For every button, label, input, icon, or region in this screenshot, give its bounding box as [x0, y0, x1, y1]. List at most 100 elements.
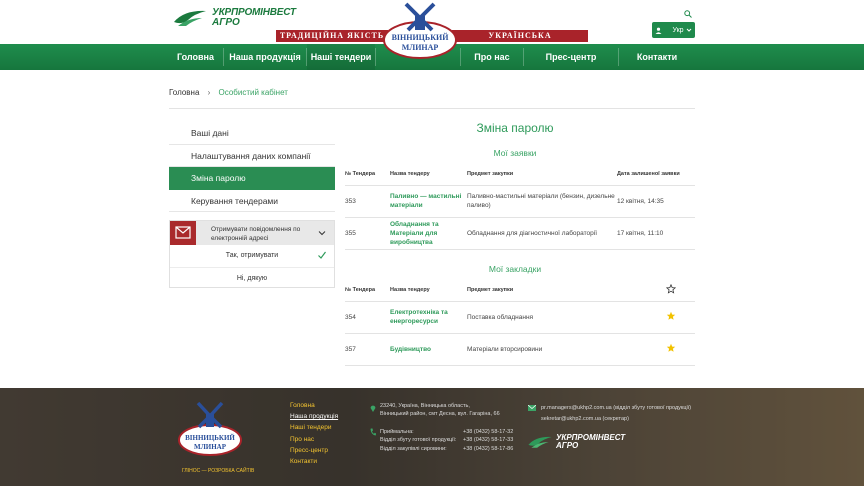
ribbon-right: УКРАЇНСЬКА ГОСТИННІСТЬ: [452, 30, 588, 52]
tender-name-link[interactable]: Паливно — мастильні матеріали: [390, 185, 467, 218]
footer-link-press[interactable]: Пресс-центр: [290, 445, 338, 456]
address-line1: 23240, Україна, Вінницька область,: [380, 403, 470, 409]
mail-icon: [528, 405, 536, 411]
sidebar-item-change-password[interactable]: Зміна паролю: [169, 167, 335, 190]
footer-company-logo[interactable]: УКРПРОМІНВЕСТ АГРО: [527, 434, 625, 450]
applications-table: № Тендера Назва тендеру Предмет закупки …: [345, 163, 695, 250]
footer-link-contacts[interactable]: Контакти: [290, 456, 338, 467]
user-icon[interactable]: [655, 27, 662, 34]
tender-subject: Матеріали вторсировини: [467, 333, 655, 366]
footer-link-products[interactable]: Наша продукція: [290, 411, 338, 422]
chevron-down-icon: [318, 231, 326, 236]
bookmark-cell: [655, 301, 695, 334]
tender-number: 355: [345, 217, 390, 250]
tender-name-link[interactable]: Обладнання та Матеріали для виробництва: [390, 217, 467, 250]
nav-press[interactable]: Прес-центр: [524, 44, 618, 70]
star-filled-icon[interactable]: [666, 311, 676, 321]
nav-products[interactable]: Наша продукція: [224, 44, 306, 70]
site-header: УКРПРОМІНВЕСТ АГРО ТРАДИЦІЙНА ЯКІСТЬ УКР…: [0, 0, 864, 59]
leaf-logo-icon: [174, 10, 206, 26]
phone-label: Відділ збуту готової продукції:: [380, 437, 457, 444]
col-header: Назва тендеру: [390, 279, 467, 302]
applications-title: Мої заявки: [493, 148, 537, 158]
notif-option-yes[interactable]: Так, отримувати: [170, 245, 334, 267]
tender-number: 357: [345, 333, 390, 366]
footer-link-tenders[interactable]: Наші тендери: [290, 422, 338, 433]
brand-line2: МЛИНАР: [402, 43, 439, 52]
logo-line2: АГРО: [212, 17, 240, 28]
table-header-row: № Тендера Назва тендеру Предмет закупки …: [345, 163, 695, 186]
search-icon[interactable]: [684, 10, 692, 18]
developer-credit[interactable]: ГЛІНОС — РОЗРОБКА САЙТІВ: [182, 468, 254, 474]
leaf-logo-icon: [528, 436, 552, 448]
tender-name-link[interactable]: Будівництво: [390, 333, 467, 366]
sidebar-item-your-data[interactable]: Ваші дані: [169, 122, 335, 145]
breadcrumb-separator: ›: [207, 88, 211, 97]
notif-icon-box: [170, 221, 196, 245]
col-header: № Тендера: [345, 279, 390, 302]
footer-logo-line2: АГРО: [556, 441, 579, 450]
table-header-row: № Тендера Назва тендеру Предмет закупки: [345, 279, 695, 302]
page-title: Зміна паролю: [476, 121, 554, 135]
notifications-label: Отримувати повідомлення по електронній а…: [211, 226, 301, 242]
nav-about[interactable]: Про нас: [461, 44, 523, 70]
language-label: Укр: [672, 26, 684, 34]
divider: [169, 108, 695, 109]
phone-number[interactable]: +38 (0432) 58-17-86: [463, 445, 513, 453]
application-date: 12 квітня, 14:35: [617, 185, 695, 218]
col-header: Дата залишеної заявки: [617, 163, 695, 186]
tender-subject: Паливно-мастильні матеріали (бензин, диз…: [467, 185, 617, 218]
bookmark-cell: [655, 333, 695, 366]
table-row: 354 Електротехніка та енергоресурси Пост…: [345, 301, 695, 334]
footer-emails: pr.managers@ukhp2.com.ua (відділ збуту г…: [541, 403, 691, 425]
footer-links: Головна Наша продукція Наші тендери Про …: [290, 400, 338, 467]
footer-brand-line2: МЛИНАР: [194, 443, 227, 451]
col-header: Назва тендеру: [390, 163, 467, 186]
tender-name-link[interactable]: Електротехніка та енергоресурси: [390, 301, 467, 334]
company-logo[interactable]: УКРПРОМІНВЕСТ АГРО: [172, 8, 296, 28]
notifications-toggle[interactable]: Отримувати повідомлення по електронній а…: [170, 221, 334, 245]
nav-home[interactable]: Головна: [168, 44, 223, 70]
phone-number[interactable]: +38 (0432) 58-17-32: [463, 428, 513, 436]
footer-brand-badge[interactable]: ВІННИЦЬКИЙ МЛИНАР: [176, 398, 244, 458]
star-outline-icon: [665, 283, 677, 294]
sidebar-item-company-settings[interactable]: Налаштування даних компанії: [169, 145, 335, 167]
star-filled-icon[interactable]: [666, 343, 676, 353]
footer-phone-numbers: +38 (0432) 58-17-32 +38 (0432) 58-17-33 …: [463, 428, 513, 453]
nav-contacts[interactable]: Контакти: [619, 44, 695, 70]
footer-link-home[interactable]: Головна: [290, 400, 338, 411]
email-notifications-dropdown: Отримувати повідомлення по електронній а…: [169, 220, 335, 288]
breadcrumb: Головна › Особистий кабінет: [169, 88, 288, 97]
notif-option-no-label: Ні, дякую: [236, 275, 268, 282]
col-header: Предмет закупки: [467, 163, 617, 186]
footer-phone-labels: Приймальна: Відділ збуту готової продукц…: [380, 428, 456, 453]
notif-option-yes-label: Так, отримувати: [225, 252, 279, 259]
phone-label: Приймальна:: [380, 429, 414, 435]
phone-icon: [370, 428, 376, 436]
table-row: 357 Будівництво Матеріали вторсировини: [345, 333, 695, 366]
breadcrumb-home[interactable]: Головна: [169, 88, 199, 97]
footer-address: 23240, Україна, Вінницька область, Вінни…: [380, 402, 500, 418]
location-pin-icon: [370, 405, 376, 412]
windmill-icon: [196, 401, 224, 429]
breadcrumb-current: Особистий кабінет: [218, 88, 288, 97]
col-header: № Тендера: [345, 163, 390, 186]
phone-number[interactable]: +38 (0432) 58-17-33: [463, 436, 513, 444]
sidebar-item-manage-tenders[interactable]: Керування тендерами: [169, 190, 335, 212]
tender-number: 353: [345, 185, 390, 218]
site-footer: ВІННИЦЬКИЙ МЛИНАР ГЛІНОС — РОЗРОБКА САЙТ…: [0, 388, 864, 486]
table-row: 353 Паливно — мастильні матеріали Паливн…: [345, 185, 695, 218]
envelope-icon: [175, 226, 191, 239]
bookmarks-title: Мої закладки: [488, 264, 542, 274]
col-header-star: [655, 279, 695, 302]
tender-number: 354: [345, 301, 390, 334]
phone-label: Відділ закупівлі сировини:: [380, 445, 447, 452]
notif-option-no[interactable]: Ні, дякую: [170, 267, 334, 289]
nav-tenders[interactable]: Наші тендери: [307, 44, 375, 70]
email-link[interactable]: pr.managers@ukhp2.com.ua (відділ збуту г…: [541, 403, 691, 414]
footer-brand-line1: ВІННИЦЬКИЙ: [185, 434, 235, 442]
language-selector[interactable]: Укр: [652, 22, 695, 38]
footer-link-about[interactable]: Про нас: [290, 434, 338, 445]
email-link[interactable]: sekretar@ukhp2.com.ua (секретар): [541, 414, 691, 425]
vinnytskyi-mlynar-badge[interactable]: ВІННИЦЬКИЙ МЛИНАР: [380, 0, 460, 60]
